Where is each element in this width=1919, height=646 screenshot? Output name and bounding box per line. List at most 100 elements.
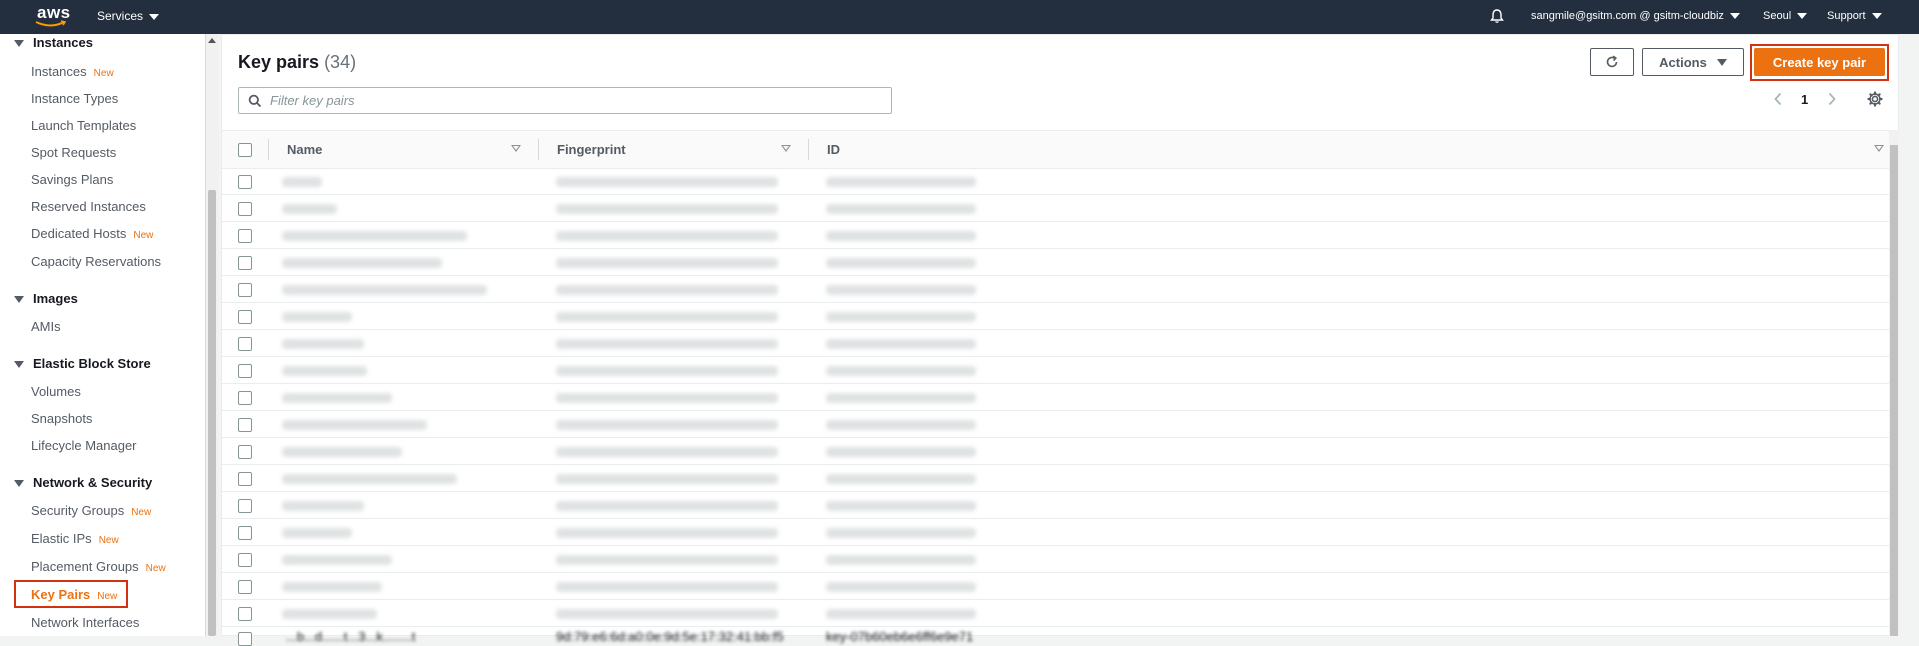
row-checkbox[interactable] [238,472,252,486]
sidebar-item-dedicated-hosts[interactable]: Dedicated Hosts New [31,226,153,241]
column-divider [268,139,269,160]
support-menu[interactable]: Support [1827,10,1882,22]
sidebar-item-instance-types[interactable]: Instance Types [31,91,118,106]
row-checkbox[interactable] [238,364,252,378]
sidebar-item-label: Instances [31,64,87,79]
table-row[interactable] [222,572,1889,600]
sidebar-item-network-interfaces[interactable]: Network Interfaces [31,615,139,630]
table-row[interactable] [222,221,1889,249]
sort-icon[interactable] [511,145,521,152]
row-checkbox[interactable] [238,418,252,432]
sort-icon[interactable] [781,145,791,152]
sidebar-item-launch-templates[interactable]: Launch Templates [31,118,136,133]
sidebar-item-security-groups[interactable]: Security Groups New [31,503,151,518]
filter-search-box[interactable] [238,87,892,114]
sidebar-item-amis[interactable]: AMIs [31,319,61,334]
table-row[interactable] [222,167,1889,195]
table-row[interactable] [222,545,1889,573]
new-badge: New [145,563,166,574]
column-header-name[interactable]: Name [287,142,322,157]
chevron-down-icon [1797,13,1808,20]
sidebar-item-lifecycle-manager[interactable]: Lifecycle Manager [31,438,137,453]
previous-page-button[interactable] [1773,92,1783,109]
sort-icon[interactable] [1874,145,1884,152]
row-checkbox[interactable] [238,526,252,540]
column-divider[interactable] [808,139,809,160]
table-row[interactable] [222,194,1889,222]
table-row[interactable] [222,248,1889,276]
chevron-left-icon [1774,92,1782,106]
row-checkbox[interactable] [238,632,252,646]
redacted-fingerprint-cell [556,204,778,214]
support-label: Support [1827,10,1866,22]
row-checkbox[interactable] [238,310,252,324]
column-header-id[interactable]: ID [827,142,840,157]
sidebar-item-instances[interactable]: Instances New [31,64,114,79]
row-checkbox[interactable] [238,391,252,405]
column-header-fingerprint[interactable]: Fingerprint [557,142,626,157]
sidebar-scrollbar-thumb[interactable] [208,190,216,636]
sidebar-section-elastic-block-store[interactable]: Elastic Block Store [14,356,151,371]
filter-input[interactable] [268,92,872,109]
redacted-name-cell [282,339,364,349]
create-key-pair-button[interactable]: Create key pair [1754,48,1885,76]
row-checkbox[interactable] [238,337,252,351]
sidebar-item-volumes[interactable]: Volumes [31,384,81,399]
create-key-pair-label: Create key pair [1772,54,1867,70]
table-row[interactable] [222,518,1889,546]
row-checkbox[interactable] [238,175,252,189]
current-page-number[interactable]: 1 [1801,92,1808,107]
row-checkbox[interactable] [238,553,252,567]
sidebar-item-reserved-instances[interactable]: Reserved Instances [31,199,146,214]
select-all-checkbox[interactable] [238,143,252,157]
sidebar-section-instances[interactable]: Instances [14,35,93,50]
section-title: Instances [33,35,93,50]
next-page-button[interactable] [1827,92,1837,109]
page-title-text: Key pairs [238,52,320,72]
actions-button[interactable]: Actions [1642,48,1744,76]
redacted-id-cell [826,474,976,484]
row-checkbox[interactable] [238,256,252,270]
sidebar-section-images[interactable]: Images [14,291,78,306]
region-menu[interactable]: Seoul [1763,10,1808,22]
redacted-id-cell [826,582,976,592]
table-row[interactable] [222,302,1889,330]
row-checkbox[interactable] [238,499,252,513]
table-row[interactable] [222,275,1889,303]
table-row[interactable] [222,599,1889,627]
table-scrollbar-thumb[interactable] [1890,145,1898,636]
table-row[interactable] [222,491,1889,519]
aws-logo[interactable]: aws [34,3,70,29]
sidebar-item-placement-groups[interactable]: Placement Groups New [31,559,166,574]
account-menu[interactable]: sangmile@gsitm.com @ gsitm-cloudbiz [1531,10,1740,22]
services-menu[interactable]: Services [97,9,160,23]
refresh-button[interactable] [1590,48,1634,76]
row-checkbox[interactable] [238,283,252,297]
table-row[interactable] [222,383,1889,411]
column-divider[interactable] [538,139,539,160]
new-badge: New [97,591,118,602]
row-checkbox[interactable] [238,445,252,459]
table-row[interactable] [222,329,1889,357]
row-checkbox[interactable] [238,202,252,216]
sidebar-item-spot-requests[interactable]: Spot Requests [31,145,116,160]
preferences-button[interactable] [1867,91,1883,110]
table-row[interactable] [222,437,1889,465]
sidebar-item-capacity-reservations[interactable]: Capacity Reservations [31,254,161,269]
table-row[interactable] [222,464,1889,492]
notifications-button[interactable] [1489,8,1505,27]
caret-down-icon [14,361,24,369]
table-row[interactable] [222,356,1889,384]
sidebar-item-key-pairs[interactable]: Key Pairs New [31,587,117,602]
sidebar-section-network-security[interactable]: Network & Security [14,475,152,490]
table-row[interactable] [222,410,1889,438]
row-checkbox[interactable] [238,607,252,621]
sidebar-item-savings-plans[interactable]: Savings Plans [31,172,113,187]
sidebar-item-snapshots[interactable]: Snapshots [31,411,92,426]
sidebar-item-elastic-ips[interactable]: Elastic IPs New [31,531,119,546]
row-checkbox[interactable] [238,229,252,243]
row-checkbox[interactable] [238,580,252,594]
scroll-up-arrow-icon[interactable] [208,38,216,43]
aws-smile-icon [35,20,67,27]
caret-down-icon [1716,58,1727,66]
